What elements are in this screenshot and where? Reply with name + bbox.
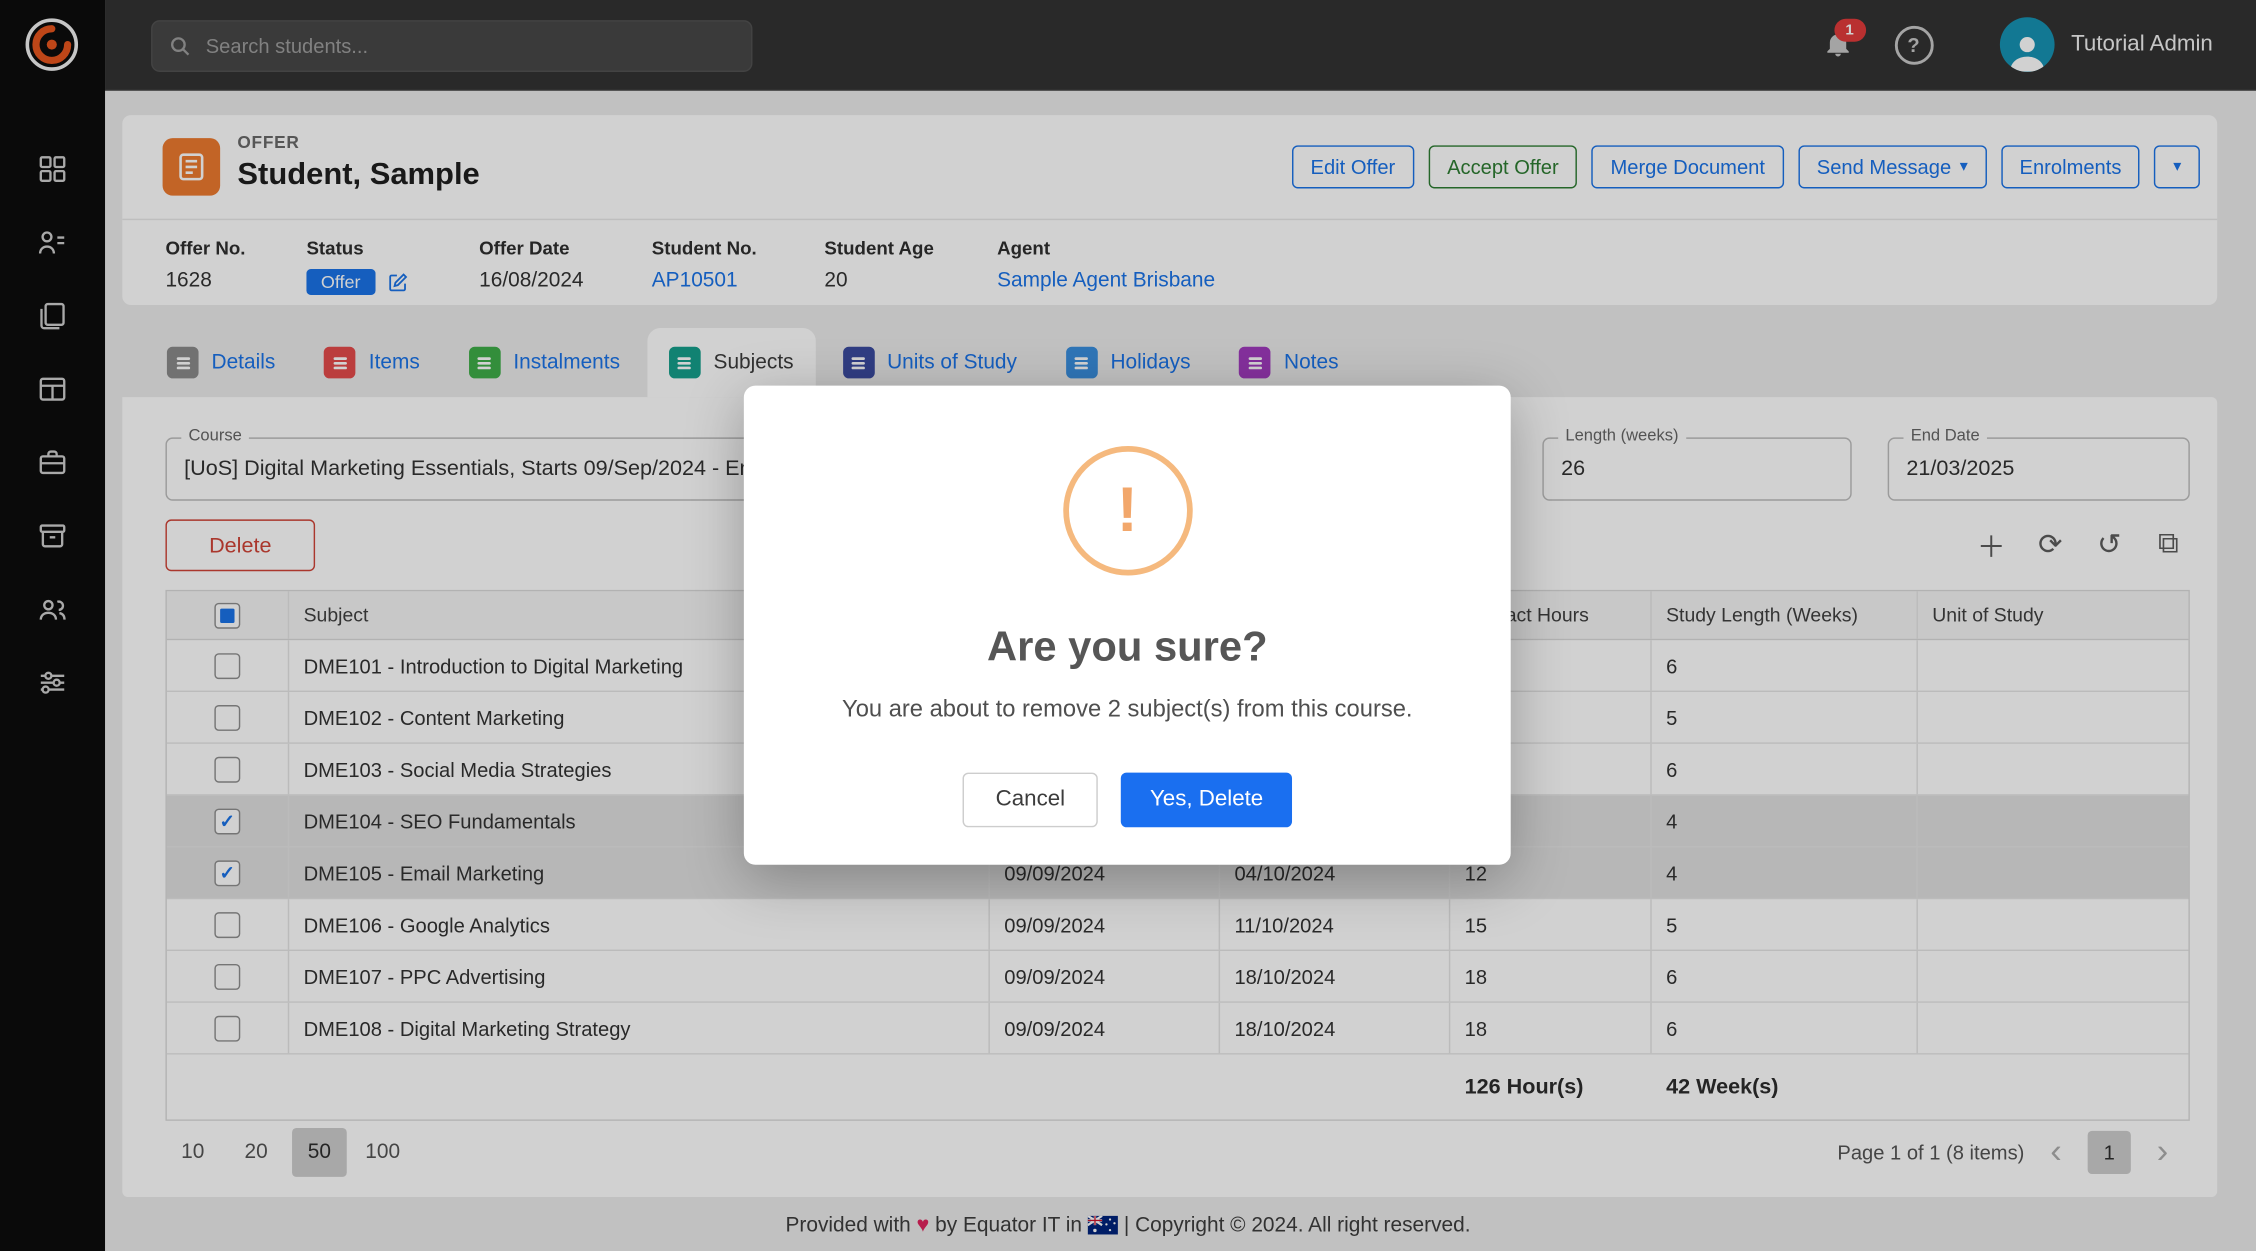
warning-icon: ! [1063, 446, 1192, 575]
confirm-delete-button[interactable]: Yes, Delete [1121, 773, 1292, 828]
dialog-message: You are about to remove 2 subject(s) fro… [773, 696, 1482, 723]
cancel-button[interactable]: Cancel [963, 773, 1099, 828]
app: 1 ? Tutorial Admin [0, 0, 2256, 1251]
confirm-dialog: ! Are you sure? You are about to remove … [744, 386, 1511, 865]
dialog-title: Are you sure? [744, 624, 1511, 671]
exclamation-icon: ! [1117, 479, 1138, 542]
